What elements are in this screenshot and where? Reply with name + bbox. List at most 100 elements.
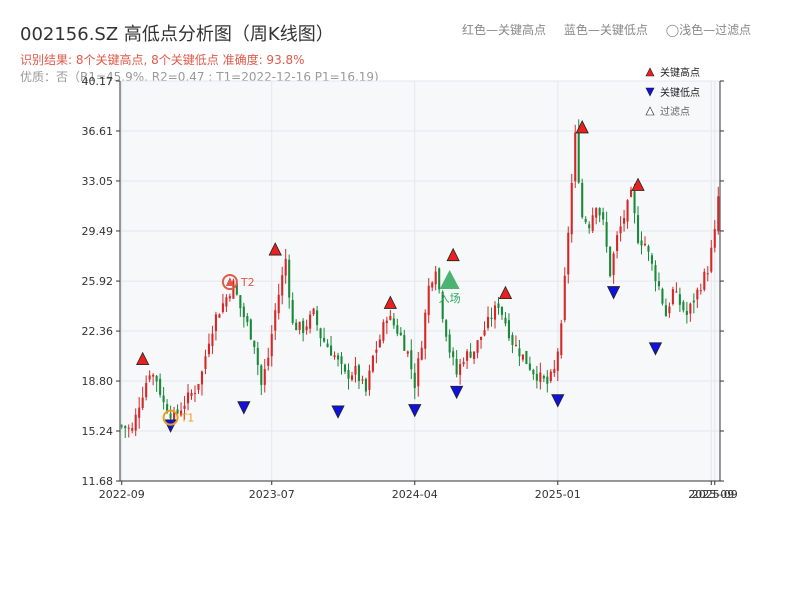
- candle-down: [598, 208, 601, 216]
- candle-up: [668, 306, 671, 314]
- candle-up: [431, 282, 434, 288]
- candle-down: [654, 265, 657, 282]
- candle-down: [633, 191, 636, 214]
- candle-down: [169, 413, 172, 419]
- candle-up: [131, 428, 134, 431]
- candle-up: [267, 357, 270, 366]
- candle-up: [141, 397, 144, 408]
- candle-up: [270, 334, 273, 357]
- candle-up: [567, 232, 570, 275]
- candle-down: [469, 351, 472, 358]
- candle-up: [190, 392, 193, 396]
- candle-up: [309, 314, 312, 329]
- candle-up: [595, 208, 598, 218]
- candle-up: [197, 383, 200, 390]
- candle-down: [124, 426, 127, 429]
- candle-up: [382, 322, 385, 341]
- candle-up: [389, 315, 392, 320]
- candle-up: [211, 333, 214, 347]
- candle-down: [291, 299, 294, 323]
- candle-down: [546, 376, 549, 384]
- candle-up: [473, 351, 476, 360]
- candle-up: [623, 218, 626, 224]
- candle-up: [152, 374, 155, 377]
- x-tick-label: 2022-09: [99, 488, 145, 501]
- candle-down: [455, 358, 458, 375]
- candle-up: [354, 365, 357, 375]
- candle-up: [434, 271, 437, 285]
- candle-up: [232, 280, 235, 299]
- candle-down: [340, 356, 343, 364]
- candle-down: [155, 375, 158, 382]
- y-tick-label: 36.61: [82, 125, 114, 138]
- candle-up: [298, 321, 301, 330]
- candle-up: [214, 314, 217, 332]
- candle-up: [493, 305, 497, 320]
- candle-up: [424, 312, 427, 349]
- candle-up: [368, 370, 371, 390]
- candle-down: [584, 218, 587, 223]
- candle-down: [452, 351, 455, 358]
- x-tick-label: 2023-07: [249, 488, 295, 501]
- x-tick-label: 2025-01: [535, 488, 581, 501]
- candle-down: [504, 317, 507, 324]
- candle-up: [420, 347, 423, 360]
- entry-label: 入场: [439, 291, 461, 305]
- candlestick-chart: T1 T2 入场 11.68 15.24 18.80 22.36 25.92 29.49 33.…: [82, 66, 738, 501]
- candle-up: [378, 339, 381, 348]
- candle-down: [159, 378, 162, 395]
- candle-up: [689, 303, 692, 314]
- candle-down: [316, 310, 319, 326]
- legend-high-label: 关键高点: [660, 66, 700, 79]
- candle-up: [643, 243, 647, 246]
- candle-up: [186, 392, 190, 404]
- y-tick-label: 15.24: [82, 425, 114, 438]
- candle-down: [239, 295, 242, 309]
- candle-up: [713, 229, 716, 248]
- candle-down: [260, 365, 263, 385]
- candle-up: [717, 196, 720, 232]
- candle-down: [657, 281, 660, 287]
- candle-down: [295, 322, 298, 331]
- candle-up: [263, 369, 266, 385]
- candle-down: [577, 130, 580, 183]
- candle-down: [253, 340, 256, 348]
- candle-up: [671, 289, 674, 304]
- x-tick-label: 2025-09: [692, 488, 738, 501]
- candle-up: [480, 336, 483, 340]
- legend-filtered-label: 过滤点: [660, 105, 690, 118]
- candle-down: [602, 212, 605, 220]
- candle-up: [427, 285, 430, 316]
- candle-down: [246, 316, 249, 323]
- candle-up: [134, 414, 137, 431]
- candle-down: [323, 337, 326, 342]
- candle-up: [225, 297, 228, 307]
- candle-up: [570, 182, 573, 235]
- candle-up: [574, 132, 577, 182]
- legend-high-icon: [645, 67, 655, 77]
- candle-up: [459, 364, 462, 375]
- candle-up: [539, 372, 542, 383]
- candle-up: [514, 344, 517, 346]
- candle-down: [685, 310, 688, 315]
- t2-label: T2: [240, 276, 255, 289]
- candle-down: [664, 305, 667, 317]
- candle-up: [218, 314, 221, 318]
- candle-up: [591, 215, 594, 232]
- candle-down: [542, 375, 545, 379]
- candle-down: [518, 348, 521, 357]
- candle-down: [343, 364, 347, 372]
- candle-down: [609, 246, 612, 277]
- candle-down: [647, 246, 650, 252]
- candle-up: [312, 308, 315, 315]
- candle-up: [375, 349, 378, 353]
- candle-down: [490, 317, 493, 319]
- candle-down: [661, 288, 664, 304]
- candle-down: [120, 425, 123, 427]
- candle-down: [532, 369, 535, 375]
- candle-down: [364, 378, 367, 392]
- candle-down: [605, 221, 608, 247]
- y-tick-label: 18.80: [82, 375, 114, 388]
- candle-up: [361, 379, 364, 381]
- candle-up: [127, 427, 130, 429]
